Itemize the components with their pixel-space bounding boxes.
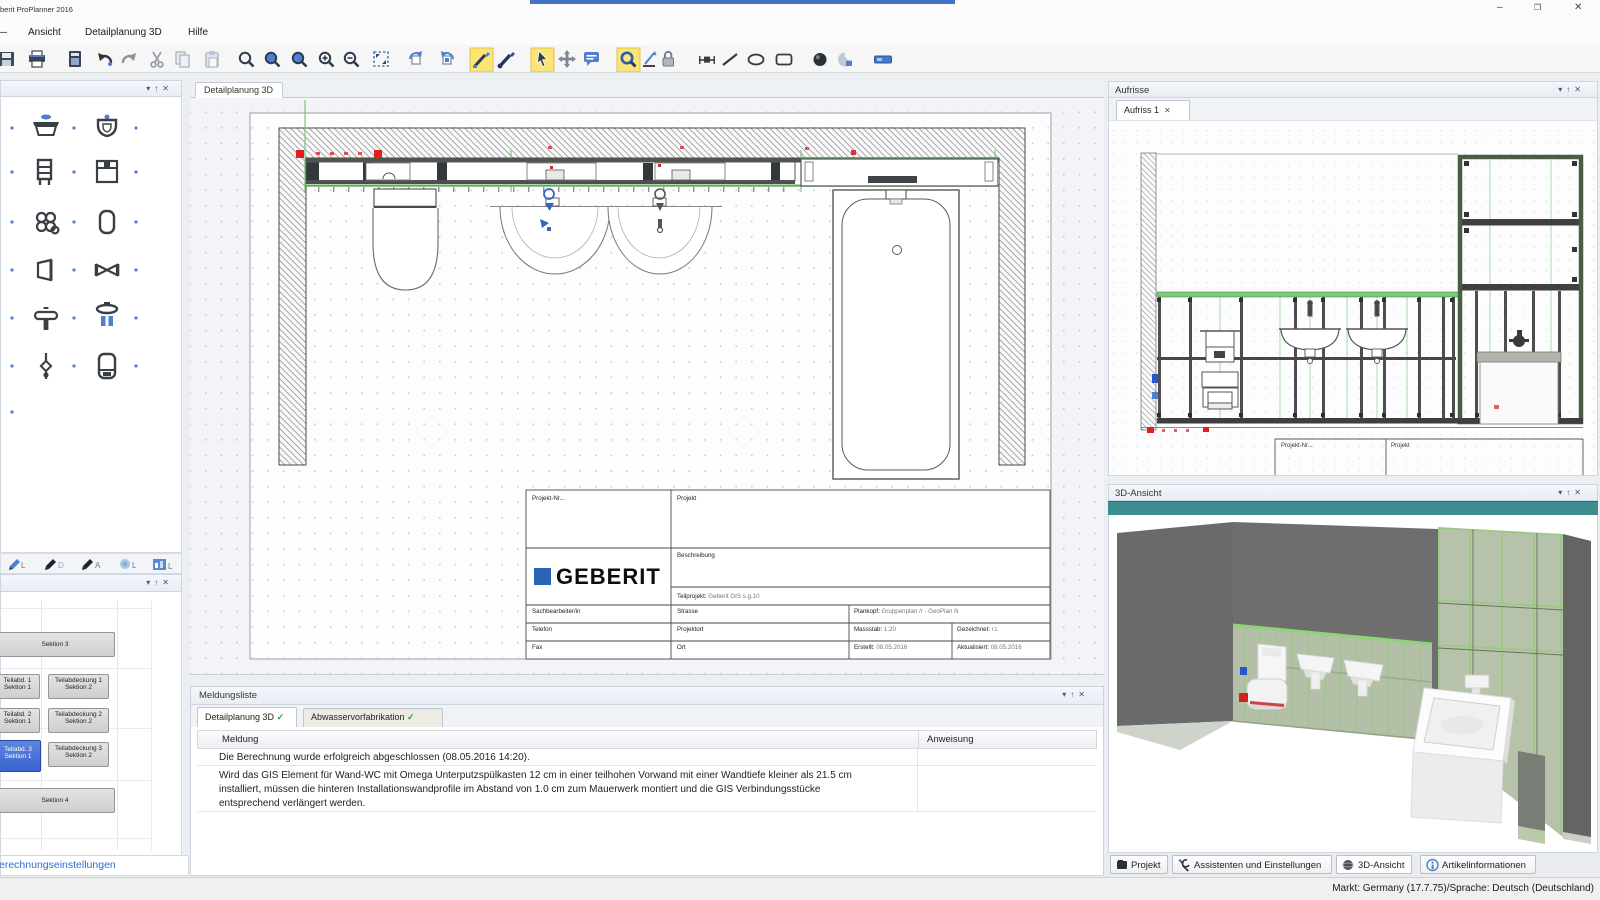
svg-text:Fax: Fax xyxy=(532,644,543,651)
svg-text:Massstab: 1:20: Massstab: 1:20 xyxy=(854,626,897,633)
svg-text:L: L xyxy=(132,561,137,570)
svg-text:Projektort: Projektort xyxy=(677,626,704,633)
svg-text:Projekt: Projekt xyxy=(677,495,697,502)
svg-text:L: L xyxy=(21,561,26,570)
svg-text:A: A xyxy=(95,561,101,570)
svg-text:Telefon: Telefon xyxy=(532,626,553,633)
svg-text:Ort: Ort xyxy=(677,644,686,651)
svg-text:Erstellt: 08.05.2016: Erstellt: 08.05.2016 xyxy=(854,644,908,651)
svg-text:Projekt-Nr...: Projekt-Nr... xyxy=(1281,443,1313,449)
svg-text:Beschreibung: Beschreibung xyxy=(677,552,715,559)
svg-text:Strasse: Strasse xyxy=(677,608,699,615)
svg-text:Gezeichnet: r.t.: Gezeichnet: r.t. xyxy=(957,626,999,633)
svg-text:D: D xyxy=(58,561,64,570)
svg-text:Aktualisiert: 08.05.2016: Aktualisiert: 08.05.2016 xyxy=(957,644,1022,651)
svg-text:GEBERIT: GEBERIT xyxy=(556,564,661,589)
svg-text:Plankopf: Gruppenplan /r - Geo: Plankopf: Gruppenplan /r - GeoPlan N xyxy=(854,608,959,615)
svg-text:Sachbearbeiter/in: Sachbearbeiter/in xyxy=(532,608,581,615)
svg-text:Teilprojekt: Geberit GIS s.g.1: Teilprojekt: Geberit GIS s.g.10 xyxy=(677,593,760,600)
svg-text:L: L xyxy=(168,562,173,571)
svg-text:Projekt: Projekt xyxy=(1391,443,1410,449)
svg-text:Projekt-Nr...: Projekt-Nr... xyxy=(532,495,565,502)
